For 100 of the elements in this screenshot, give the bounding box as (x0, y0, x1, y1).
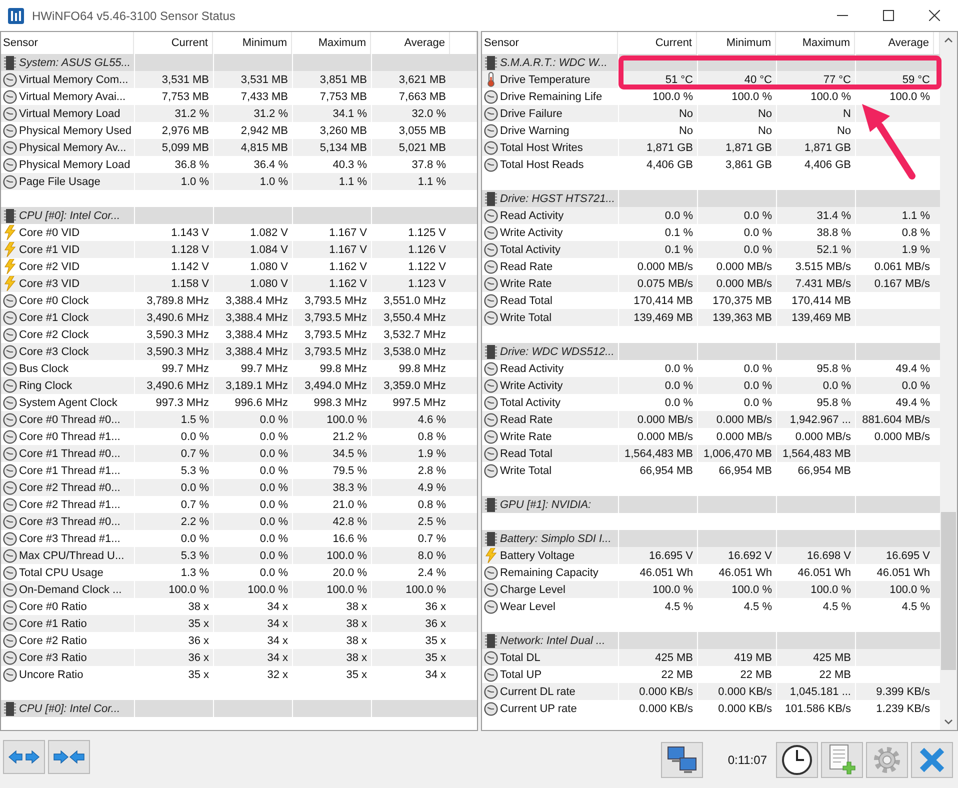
sensor-name[interactable]: Total Activity (500, 244, 561, 256)
table-row[interactable]: Virtual Memory Load 31.2 % 31.2 % 34.1 % 32.0 % (1, 105, 477, 122)
network-button[interactable] (660, 742, 703, 778)
sensor-name[interactable]: Core #0 Clock (19, 294, 89, 306)
sensor-name[interactable]: Virtual Memory Load (19, 108, 120, 120)
table-row[interactable]: Core #1 Thread #0... 0.7 % 0.0 % 34.5 % 1.9 % (1, 445, 477, 462)
sensor-name[interactable]: Write Activity (500, 380, 563, 392)
table-row[interactable]: Charge Level 100.0 % 100.0 % 100.0 % 100.0 % (482, 581, 940, 598)
sensor-name[interactable]: Core #1 Thread #1... (19, 464, 120, 476)
sensor-name[interactable]: Write Rate (500, 430, 552, 442)
table-row[interactable]: Read Rate 0.000 MB/s 0.000 MB/s 1,942.967 ... 881.604 MB/s (482, 411, 940, 428)
group-label[interactable]: Drive: WDC WDS512... (500, 346, 614, 358)
table-row[interactable]: System: ASUS GL55... (1, 54, 477, 71)
sensor-name[interactable]: Current UP rate (500, 702, 577, 714)
sensor-name[interactable]: Bus Clock (19, 362, 69, 374)
table-row[interactable]: Network: Intel Dual ... (482, 632, 940, 649)
sensor-name[interactable]: Virtual Memory Avai... (19, 90, 126, 102)
table-row[interactable]: On-Demand Clock ... 100.0 % 100.0 % 100.0 % 100.0 % (1, 581, 477, 598)
column-header[interactable]: Sensor (484, 37, 519, 49)
column-header[interactable]: Current (655, 37, 692, 49)
table-row[interactable]: Write Activity 0.0 % 0.0 % 0.0 % 0.0 % (482, 377, 940, 394)
sensor-name[interactable]: Drive Temperature (500, 74, 590, 86)
table-row[interactable]: Core #1 Clock 3,490.6 MHz 3,388.4 MHz 3,793.5 MHz 3,550.4 MHz (1, 309, 477, 326)
sensor-name[interactable]: Uncore Ratio (19, 668, 84, 680)
sensor-name[interactable]: Read Activity (500, 210, 564, 222)
table-row[interactable]: Current DL rate 0.000 KB/s 0.000 KB/s 1,045.181 ... 9.399 KB/s (482, 683, 940, 700)
sensor-name[interactable]: Core #3 VID (19, 278, 80, 290)
group-label[interactable]: GPU [#1]: NVIDIA: (500, 498, 592, 510)
sensor-name[interactable]: On-Demand Clock ... (19, 584, 122, 596)
table-row[interactable]: Ring Clock 3,490.6 MHz 3,189.1 MHz 3,494.0 MHz 3,359.0 MHz (1, 377, 477, 394)
sensor-name[interactable]: Virtual Memory Com... (19, 74, 128, 86)
sensor-name[interactable]: Drive Warning (500, 124, 570, 136)
scroll-thumb[interactable] (941, 512, 956, 670)
column-header[interactable]: Minimum (726, 37, 771, 49)
table-row[interactable]: CPU [#0]: Intel Cor... (1, 700, 477, 717)
sensor-name[interactable]: Total Host Writes (500, 142, 583, 154)
sensor-name[interactable]: Ring Clock (19, 380, 72, 392)
sensor-name[interactable]: Read Rate (500, 414, 553, 426)
sensor-name[interactable]: Total UP (500, 668, 542, 680)
table-row[interactable]: Drive: WDC WDS512... (482, 343, 940, 360)
maximize-icon[interactable] (883, 10, 894, 21)
sensor-name[interactable]: Write Total (500, 464, 552, 476)
sensor-name[interactable]: Page File Usage (19, 176, 100, 188)
group-label[interactable]: S.M.A.R.T.: WDC W... (500, 56, 608, 68)
table-row[interactable]: Total Host Writes 1,871 GB 1,871 GB 1,871 GB (482, 139, 940, 156)
sensor-name[interactable]: Read Total (500, 294, 552, 306)
sensor-name[interactable]: Total DL (500, 652, 540, 664)
sensor-name[interactable]: Drive Remaining Life (500, 90, 602, 102)
table-row[interactable]: GPU [#1]: NVIDIA: (482, 496, 940, 513)
sensor-name[interactable]: Remaining Capacity (500, 566, 598, 578)
table-row[interactable]: Battery: Simplo SDI I... (482, 530, 940, 547)
collapse-button[interactable] (48, 740, 90, 774)
sensor-name[interactable]: Physical Memory Av... (19, 142, 126, 154)
table-row[interactable]: Physical Memory Av... 5,099 MB 4,815 MB 5,134 MB 5,021 MB (1, 139, 477, 156)
sensor-name[interactable]: Total Activity (500, 396, 561, 408)
sensor-name[interactable]: Write Total (500, 312, 552, 324)
table-row[interactable]: CPU [#0]: Intel Cor... (1, 207, 477, 224)
table-row[interactable]: Page File Usage 1.0 % 1.0 % 1.1 % 1.1 % (1, 173, 477, 190)
table-row[interactable]: Drive Failure No No N (482, 105, 940, 122)
table-row[interactable]: Core #2 Thread #0... 0.0 % 0.0 % 38.3 % 4.9 % (1, 479, 477, 496)
group-label[interactable]: Network: Intel Dual ... (500, 634, 606, 646)
table-row[interactable]: Core #3 VID 1.158 V 1.080 V 1.162 V 1.123 V (1, 275, 477, 292)
sensor-name[interactable]: Read Activity (500, 362, 564, 374)
sensor-name[interactable]: Core #0 Ratio (19, 600, 87, 612)
sensor-name[interactable]: Core #3 Thread #1... (19, 532, 120, 544)
sensor-name[interactable]: Core #1 Clock (19, 312, 89, 324)
sensor-name[interactable]: Core #1 Thread #0... (19, 448, 120, 460)
sensor-name[interactable]: Core #2 Thread #1... (19, 498, 120, 510)
sensor-name[interactable]: Core #1 VID (19, 244, 80, 256)
table-row[interactable]: Max CPU/Thread U... 5.3 % 0.0 % 100.0 % 8.0 % (1, 547, 477, 564)
sensor-name[interactable]: Write Rate (500, 278, 552, 290)
sensor-name[interactable]: Core #2 Clock (19, 328, 89, 340)
column-header[interactable]: Current (171, 37, 208, 49)
sensor-name[interactable]: Wear Level (500, 600, 556, 612)
table-row[interactable]: Total Activity 0.1 % 0.0 % 52.1 % 1.9 % (482, 241, 940, 258)
table-row[interactable]: Drive: HGST HTS721... (482, 190, 940, 207)
group-label[interactable]: CPU [#0]: Intel Cor... (19, 210, 120, 222)
sensor-name[interactable]: Current DL rate (500, 686, 576, 698)
group-label[interactable]: CPU [#0]: Intel Cor... (19, 702, 120, 714)
sensor-name[interactable]: Core #0 Thread #0... (19, 414, 120, 426)
group-label[interactable]: Drive: HGST HTS721... (500, 192, 615, 204)
table-row[interactable]: Core #0 Thread #0... 1.5 % 0.0 % 100.0 % 4.6 % (1, 411, 477, 428)
sensor-name[interactable]: Physical Memory Load (19, 158, 130, 170)
column-header[interactable]: Maximum (318, 37, 366, 49)
group-label[interactable]: System: ASUS GL55... (19, 56, 130, 68)
sensor-name[interactable]: Battery Voltage (500, 550, 575, 562)
sensor-name[interactable]: Write Activity (500, 226, 563, 238)
sensor-name[interactable]: Core #0 VID (19, 226, 80, 238)
column-header[interactable]: Average (888, 37, 929, 49)
sensor-name[interactable]: System Agent Clock (19, 396, 118, 408)
table-row[interactable]: Core #1 Ratio 35 x 34 x 38 x 36 x (1, 615, 477, 632)
sensor-name[interactable]: Core #1 Ratio (19, 618, 87, 630)
timer-button[interactable] (776, 742, 818, 778)
table-row[interactable]: Read Activity 0.0 % 0.0 % 31.4 % 1.1 % (482, 207, 940, 224)
table-row[interactable]: Read Total 1,564,483 MB 1,006,470 MB 1,564,483 MB (482, 445, 940, 462)
sensor-name[interactable]: Core #0 Thread #1... (19, 430, 120, 442)
table-row[interactable]: Write Total 139,469 MB 139,363 MB 139,469 MB (482, 309, 940, 326)
sensor-name[interactable]: Core #2 Thread #0... (19, 482, 120, 494)
sensor-name[interactable]: Total CPU Usage (19, 566, 104, 578)
sensor-name[interactable]: Max CPU/Thread U... (19, 550, 124, 562)
